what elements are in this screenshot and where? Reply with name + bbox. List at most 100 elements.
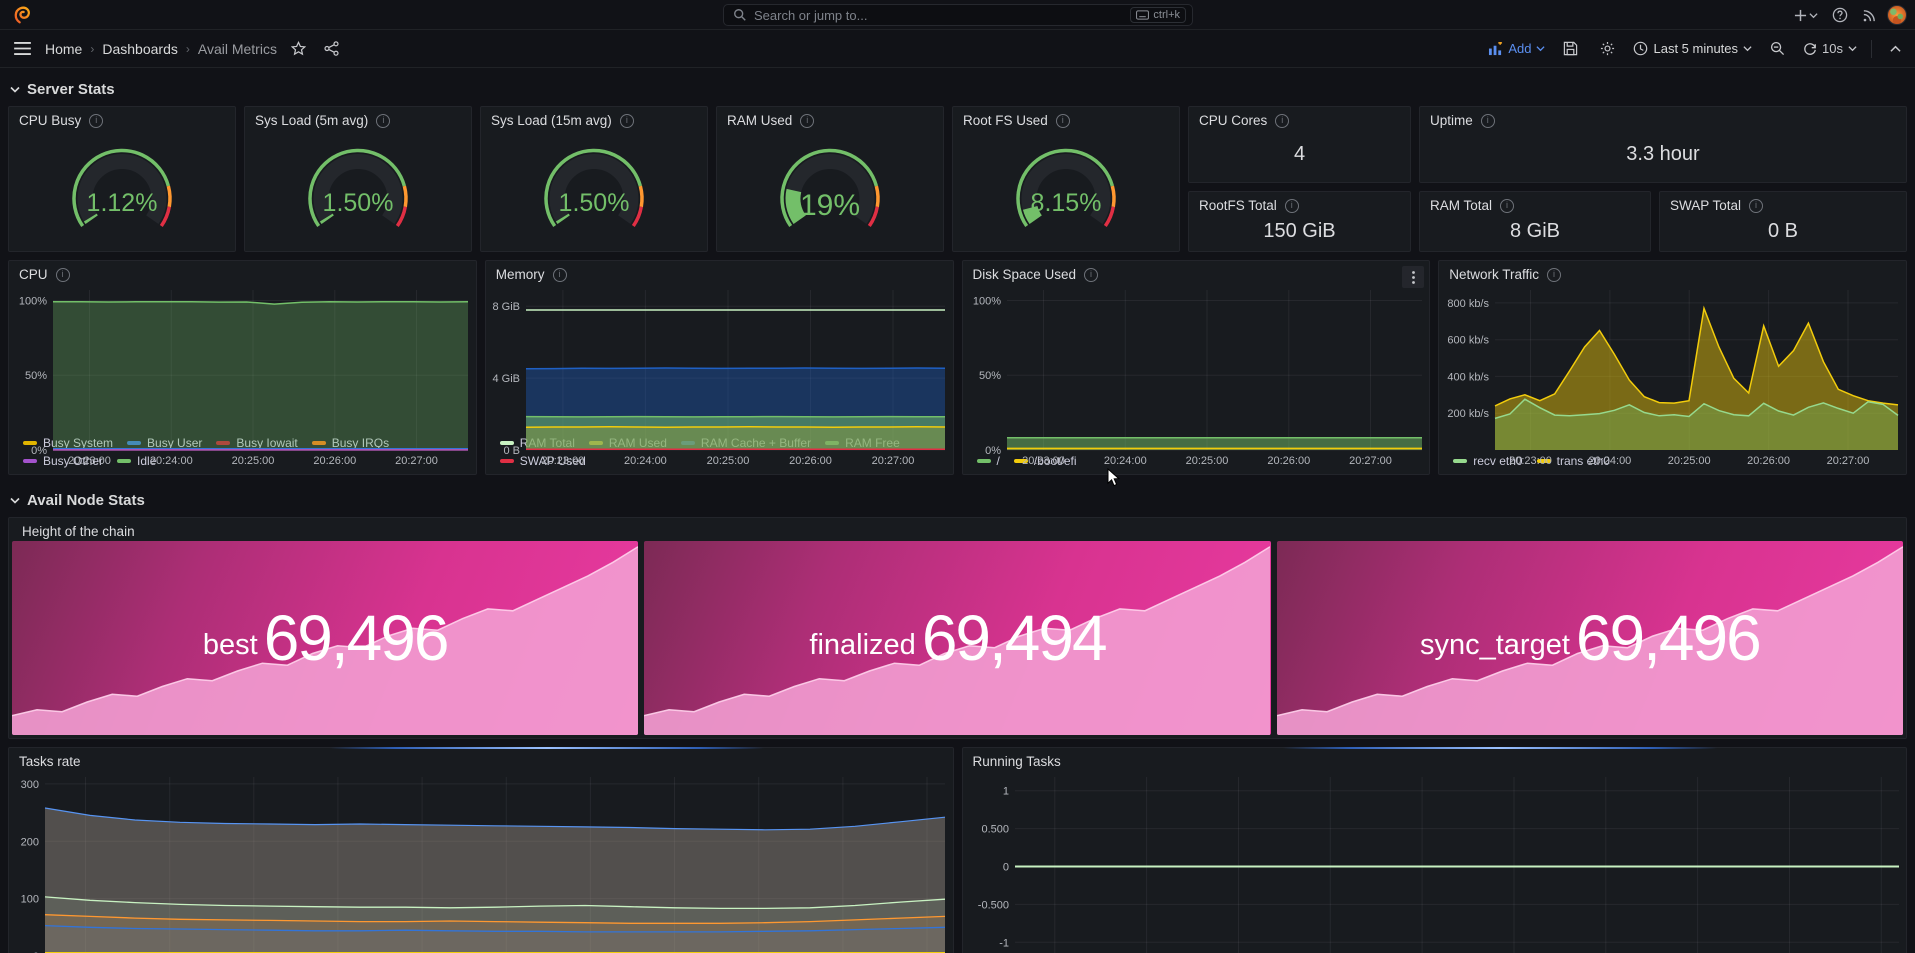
panel-title[interactable]: SWAP Total	[1670, 198, 1741, 213]
info-icon: i	[1547, 268, 1561, 282]
panel-title[interactable]: RAM Total	[1430, 198, 1492, 213]
svg-text:8 GiB: 8 GiB	[492, 301, 520, 313]
svg-text:50%: 50%	[25, 370, 47, 382]
top-navbar: Search or jump to... ctrl+k	[0, 0, 1915, 30]
tasks-rate-chart[interactable]: 3002001000	[9, 771, 953, 953]
svg-text:200 kb/s: 200 kb/s	[1448, 408, 1490, 420]
add-panel-button[interactable]: Add	[1488, 41, 1545, 56]
dashboard-settings-icon[interactable]	[1596, 37, 1619, 60]
toolbar-divider	[1871, 40, 1872, 58]
stat-finalized[interactable]: finalized69,494	[644, 541, 1270, 735]
panel-title[interactable]: Disk Space Used	[973, 267, 1077, 282]
share-icon[interactable]	[320, 37, 343, 60]
panel-title[interactable]: Height of the chain	[22, 524, 135, 539]
panel-title[interactable]: Root FS Used	[963, 113, 1048, 128]
chevron-down-icon	[10, 497, 20, 504]
collapse-toolbar-icon[interactable]	[1886, 41, 1905, 57]
section-avail-node-stats[interactable]: Avail Node Stats	[8, 483, 1907, 517]
panel-title[interactable]: CPU Cores	[1199, 113, 1267, 128]
running-tasks-chart[interactable]: 10.5000-0.500-1	[963, 771, 1907, 953]
stat-sync-target[interactable]: sync_target69,496	[1277, 541, 1903, 735]
panel-disk-space: Disk Space Used i 100%50%0%20:23:0020:24:…	[962, 260, 1431, 475]
svg-text:20:26:00: 20:26:00	[1747, 455, 1790, 467]
panel-title[interactable]: Sys Load (5m avg)	[255, 113, 368, 128]
stat-value: 3.3 hour	[1420, 130, 1906, 182]
panel-cpu-cores: CPU Coresi 4	[1188, 106, 1411, 183]
stat-best[interactable]: best69,496	[12, 541, 638, 735]
svg-text:20:26:00: 20:26:00	[789, 455, 832, 467]
help-icon[interactable]	[1828, 4, 1852, 26]
disk-chart[interactable]: 100%50%0%20:23:0020:24:0020:25:0020:26:0…	[963, 284, 1430, 452]
info-icon: i	[1500, 199, 1514, 213]
svg-text:-0.500: -0.500	[977, 899, 1008, 911]
svg-text:-1: -1	[999, 937, 1009, 949]
svg-text:0: 0	[1002, 862, 1008, 874]
breadcrumb-home[interactable]: Home	[45, 41, 82, 57]
stat-value: 69,496	[264, 601, 448, 675]
panel-title[interactable]: Network Traffic	[1449, 267, 1539, 282]
panel-rootfs-total: RootFS Totali 150 GiB	[1188, 191, 1411, 252]
zoom-out-icon[interactable]	[1766, 37, 1789, 60]
svg-text:600 kb/s: 600 kb/s	[1448, 335, 1490, 347]
stat-value: 8 GiB	[1420, 215, 1650, 251]
panel-sys-load-5m: Sys Load (5m avg)i 1.50%	[244, 106, 472, 252]
svg-text:20:24:00: 20:24:00	[624, 455, 667, 467]
svg-text:20:25:00: 20:25:00	[706, 455, 749, 467]
cpu-chart[interactable]: 100%50%0%20:23:0020:24:0020:25:0020:26:0…	[9, 284, 476, 434]
save-dashboard-icon[interactable]	[1559, 37, 1582, 60]
panel-memory: Memoryi 8 GiB4 GiB0 B20:23:0020:24:0020:…	[485, 260, 954, 475]
info-icon: i	[1084, 268, 1098, 282]
panel-title[interactable]: Sys Load (15m avg)	[491, 113, 612, 128]
info-icon: i	[800, 114, 814, 128]
dashboard-toolbar: Home › Dashboards › Avail Metrics Add	[0, 30, 1915, 68]
search-input[interactable]: Search or jump to... ctrl+k	[723, 4, 1193, 26]
mega-menu-icon[interactable]	[10, 38, 35, 59]
panel-swap-total: SWAP Totali 0 B	[1659, 191, 1907, 252]
keyboard-icon	[1136, 10, 1149, 20]
stat-value: 4	[1189, 130, 1410, 182]
panel-title[interactable]: Memory	[496, 267, 545, 282]
server-stats-row: CPU Busyi 1.12% Sys Load (5m avg)i 1.50%…	[8, 106, 1907, 252]
svg-text:20:24:00: 20:24:00	[1103, 455, 1146, 467]
svg-text:20:23:00: 20:23:00	[1022, 455, 1065, 467]
svg-text:20:27:00: 20:27:00	[395, 455, 438, 467]
panel-cpu-busy: CPU Busyi 1.12%	[8, 106, 236, 252]
time-range-picker[interactable]: Last 5 minutes	[1633, 41, 1752, 56]
panel-running-tasks: Running Tasks 10.5000-0.500-1	[962, 747, 1908, 953]
breadcrumb-separator: ›	[186, 42, 190, 56]
svg-text:20:25:00: 20:25:00	[1668, 455, 1711, 467]
panel-title[interactable]: CPU	[19, 267, 48, 282]
refresh-icon	[1803, 42, 1817, 56]
svg-text:100: 100	[21, 894, 39, 906]
panel-tasks-rate: Tasks rate 3002001000	[8, 747, 954, 953]
grafana-logo-icon[interactable]	[10, 4, 32, 26]
panel-title[interactable]: Running Tasks	[973, 754, 1061, 769]
info-icon: i	[1285, 199, 1299, 213]
info-icon: i	[620, 114, 634, 128]
breadcrumb-dashboards[interactable]: Dashboards	[102, 41, 178, 57]
info-icon: i	[1481, 114, 1495, 128]
user-avatar[interactable]	[1887, 5, 1907, 25]
panel-title[interactable]: Tasks rate	[19, 754, 81, 769]
panel-title[interactable]: CPU Busy	[19, 113, 81, 128]
panel-title[interactable]: RootFS Total	[1199, 198, 1277, 213]
panel-title[interactable]: Uptime	[1430, 113, 1473, 128]
svg-text:20:23:00: 20:23:00	[68, 455, 111, 467]
panel-title[interactable]: RAM Used	[727, 113, 792, 128]
network-chart[interactable]: 800 kb/s600 kb/s400 kb/s200 kb/s20:23:00…	[1439, 284, 1906, 452]
panel-sys-load-15m: Sys Load (15m avg)i 1.50%	[480, 106, 708, 252]
memory-chart[interactable]: 8 GiB4 GiB0 B20:23:0020:24:0020:25:0020:…	[486, 284, 953, 434]
favorite-star-icon[interactable]	[287, 37, 310, 60]
svg-text:20:24:00: 20:24:00	[1589, 455, 1632, 467]
news-icon[interactable]	[1858, 5, 1881, 26]
svg-text:100%: 100%	[19, 296, 47, 308]
info-icon: i	[1056, 114, 1070, 128]
server-charts-row: CPU i 100%50%0%20:23:0020:24:0020:25:0020…	[8, 260, 1907, 475]
stat-label: finalized	[809, 629, 915, 662]
new-button[interactable]	[1790, 6, 1822, 25]
sys-load-15m-gauge	[481, 130, 707, 251]
svg-text:20:25:00: 20:25:00	[232, 455, 275, 467]
section-server-stats[interactable]: Server Stats	[8, 72, 1907, 106]
refresh-picker[interactable]: 10s	[1803, 41, 1857, 56]
info-icon: i	[376, 114, 390, 128]
